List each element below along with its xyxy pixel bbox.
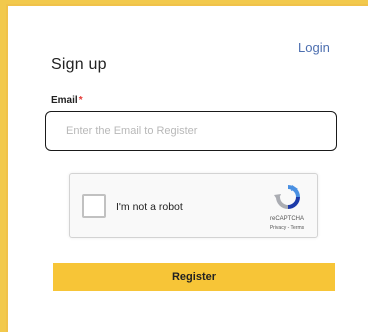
recaptcha-checkbox[interactable] bbox=[82, 194, 106, 218]
signup-card: Login Sign up Email* I'm not a robot reC… bbox=[6, 4, 368, 332]
recaptcha-terms-link[interactable]: Privacy - Terms bbox=[260, 225, 314, 231]
register-button[interactable]: Register bbox=[53, 263, 335, 291]
email-field[interactable] bbox=[45, 111, 337, 151]
login-link[interactable]: Login bbox=[298, 40, 330, 55]
recaptcha-logo-icon bbox=[274, 185, 300, 209]
recaptcha-widget: I'm not a robot reCAPTCHA Privacy - Term… bbox=[69, 173, 318, 238]
recaptcha-brand: reCAPTCHA bbox=[269, 216, 304, 222]
recaptcha-label: I'm not a robot bbox=[116, 201, 183, 213]
email-label-text: Email bbox=[51, 95, 78, 106]
email-label: Email* bbox=[51, 95, 83, 106]
required-marker: * bbox=[78, 95, 83, 106]
page-title: Sign up bbox=[51, 56, 107, 73]
